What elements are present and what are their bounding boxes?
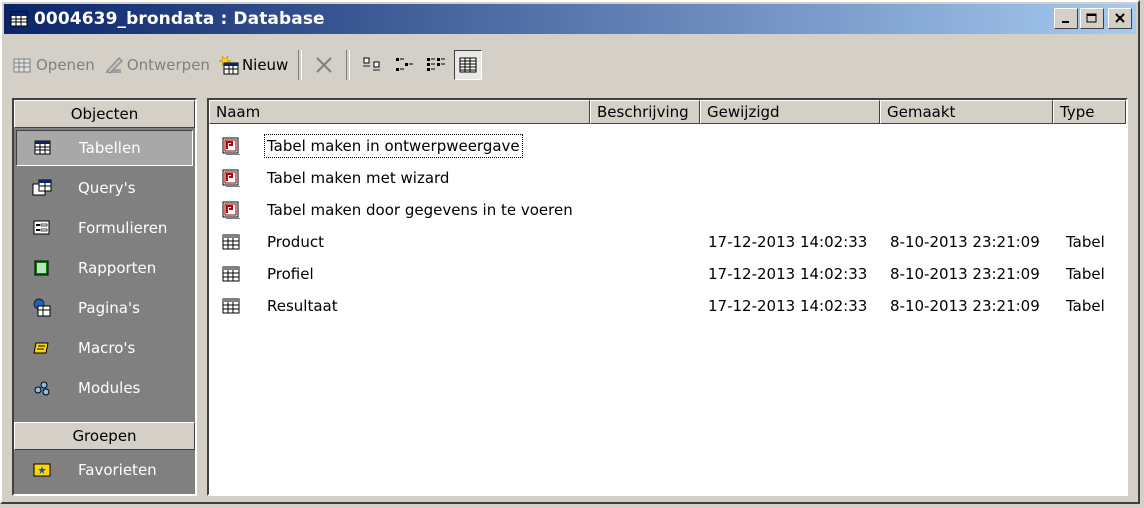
- toolbar-separator: [298, 50, 303, 80]
- column-name[interactable]: Naam: [209, 100, 590, 124]
- details-view-icon: [459, 57, 477, 73]
- item-modified: 17-12-2013 14:02:33: [708, 233, 868, 251]
- open-label: Openen: [36, 56, 95, 74]
- table-row[interactable]: Profiel 17-12-2013 14:02:33 8-10-2013 23…: [209, 258, 1126, 290]
- sidebar-item-pages[interactable]: Pagina's: [14, 288, 195, 328]
- item-created: 8-10-2013 23:21:09: [890, 233, 1040, 251]
- large-icons-button[interactable]: [358, 50, 386, 80]
- shortcut-icon: [222, 169, 240, 187]
- objects-bar: Objecten Tabellen Query's Formulieren Ra…: [12, 98, 197, 496]
- toolbar: Openen Ontwerpen Nieuw: [8, 44, 1132, 86]
- details-view-button[interactable]: [454, 50, 483, 80]
- sidebar-item-label: Query's: [78, 179, 136, 197]
- list-item-wizard[interactable]: Tabel maken met wizard: [209, 162, 1126, 194]
- small-icons-icon: [396, 58, 414, 71]
- module-icon: [32, 378, 52, 398]
- close-button[interactable]: [1108, 8, 1132, 29]
- item-type: Tabel: [1066, 265, 1105, 283]
- sidebar-item-forms[interactable]: Formulieren: [14, 208, 195, 248]
- list-item-enter-data[interactable]: Tabel maken door gegevens in te voeren: [209, 194, 1126, 226]
- sidebar-item-queries[interactable]: Query's: [14, 168, 195, 208]
- table-icon: [222, 298, 240, 314]
- open-button[interactable]: Openen: [8, 47, 99, 83]
- item-name: Tabel maken met wizard: [267, 169, 450, 187]
- sidebar-item-label: Favorieten: [78, 461, 157, 479]
- item-type: Tabel: [1066, 297, 1105, 315]
- item-name: Product: [267, 233, 324, 251]
- list-rows: Tabel maken in ontwerpweergave Tabel mak…: [209, 130, 1126, 322]
- column-modified[interactable]: Gewijzigd: [700, 100, 880, 124]
- table-icon: [222, 266, 240, 282]
- objects-group-header[interactable]: Objecten: [14, 100, 195, 128]
- design-button[interactable]: Ontwerpen: [99, 47, 214, 83]
- minimize-icon: [1062, 20, 1069, 23]
- report-icon: [32, 258, 52, 278]
- large-icons-icon: [363, 57, 381, 71]
- table-icon: [222, 234, 240, 250]
- query-icon: [32, 178, 52, 198]
- new-button[interactable]: Nieuw: [214, 47, 292, 83]
- item-modified: 17-12-2013 14:02:33: [708, 265, 868, 283]
- sidebar-item-reports[interactable]: Rapporten: [14, 248, 195, 288]
- item-created: 8-10-2013 23:21:09: [890, 265, 1040, 283]
- table-row[interactable]: Product 17-12-2013 14:02:33 8-10-2013 23…: [209, 226, 1126, 258]
- shortcut-icon: [222, 201, 240, 219]
- small-icons-button[interactable]: [390, 50, 418, 80]
- list-view-button[interactable]: [422, 50, 450, 80]
- design-label: Ontwerpen: [126, 56, 210, 74]
- sidebar-item-macros[interactable]: Macro's: [14, 328, 195, 368]
- new-table-icon: [218, 55, 239, 75]
- item-name: Tabel maken door gegevens in te voeren: [267, 201, 573, 219]
- sidebar-item-tables[interactable]: Tabellen: [16, 130, 193, 166]
- sidebar-item-label: Pagina's: [78, 299, 140, 317]
- column-created[interactable]: Gemaakt: [880, 100, 1053, 124]
- item-modified: 17-12-2013 14:02:33: [708, 297, 868, 315]
- toolbar-separator: [346, 50, 351, 80]
- close-icon: [1115, 13, 1125, 23]
- macro-icon: [32, 338, 52, 358]
- delete-icon: [316, 57, 333, 73]
- maximize-icon: [1086, 13, 1097, 23]
- window-title: 0004639_brondata : Database: [34, 9, 325, 29]
- table-row[interactable]: Resultaat 17-12-2013 14:02:33 8-10-2013 …: [209, 290, 1126, 322]
- table-icon: [33, 138, 53, 158]
- sidebar-item-modules[interactable]: Modules: [14, 368, 195, 408]
- sidebar-item-label: Tabellen: [79, 139, 141, 157]
- objects-header-label: Objecten: [70, 105, 139, 123]
- open-table-icon: [13, 58, 31, 73]
- column-description[interactable]: Beschrijving: [590, 100, 700, 124]
- column-type[interactable]: Type: [1053, 100, 1126, 124]
- minimize-button[interactable]: [1054, 8, 1078, 29]
- item-name: Resultaat: [267, 297, 338, 315]
- groups-group-header[interactable]: Groepen: [14, 422, 195, 450]
- new-label: Nieuw: [241, 56, 289, 74]
- sidebar-item-label: Modules: [78, 379, 141, 397]
- item-created: 8-10-2013 23:21:09: [890, 297, 1040, 315]
- maximize-button[interactable]: [1080, 8, 1104, 29]
- title-bar[interactable]: 0004639_brondata : Database: [4, 4, 1136, 34]
- delete-button[interactable]: [310, 50, 338, 80]
- form-icon: [32, 218, 52, 238]
- design-icon: [104, 57, 123, 74]
- favorites-icon: [32, 460, 52, 480]
- sidebar-item-label: Macro's: [78, 339, 136, 357]
- list-item-design-view[interactable]: Tabel maken in ontwerpweergave: [209, 130, 1126, 162]
- list-view-icon: [427, 58, 446, 71]
- database-window: 0004639_brondata : Database Openen Ontwe…: [0, 0, 1140, 504]
- sidebar-item-favorites[interactable]: Favorieten: [14, 450, 195, 490]
- item-type: Tabel: [1066, 233, 1105, 251]
- sidebar-item-label: Rapporten: [78, 259, 157, 277]
- shortcut-icon: [222, 137, 240, 155]
- page-icon: [32, 298, 52, 318]
- item-name: Profiel: [267, 265, 314, 283]
- groups-header-label: Groepen: [72, 427, 137, 445]
- database-icon: [10, 11, 28, 27]
- item-name: Tabel maken in ontwerpweergave: [264, 134, 523, 158]
- column-header: Naam Beschrijving Gewijzigd Gemaakt Type: [209, 100, 1126, 124]
- object-list: Naam Beschrijving Gewijzigd Gemaakt Type…: [207, 98, 1128, 496]
- sidebar-item-label: Formulieren: [78, 219, 168, 237]
